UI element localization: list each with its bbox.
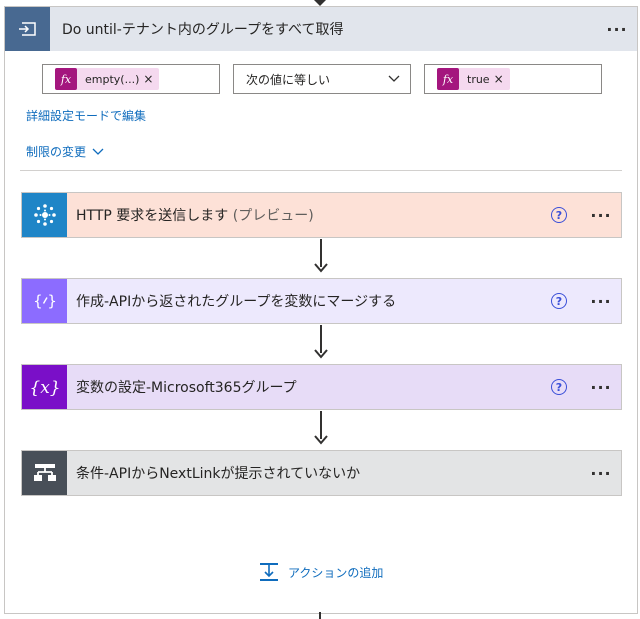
do-until-card: Do until-テナント内のグループをすべて取得 ··· fx empty(.… (4, 6, 638, 614)
change-limits-link[interactable]: 制限の変更 (26, 143, 104, 160)
operator-value: 次の値に等しい (246, 72, 331, 87)
variable-icon: {x} (22, 365, 67, 409)
left-token-text: empty(...) (85, 72, 140, 86)
add-action-button[interactable]: アクションの追加 (258, 562, 383, 582)
action-http-title: HTTP 要求を送信します (76, 208, 229, 224)
arrow-down-icon (314, 349, 328, 359)
change-limits-label: 制限の変更 (26, 145, 87, 159)
condition-icon (22, 451, 67, 495)
chevron-down-icon (92, 148, 104, 155)
do-until-title: Do until-テナント内のグループをすべて取得 (62, 22, 344, 38)
action-more-icon[interactable]: ··· (581, 464, 621, 483)
advanced-mode-link[interactable]: 詳細設定モードで編集 (26, 107, 146, 124)
compose-icon: { } (22, 279, 67, 323)
do-until-more-icon[interactable]: ··· (597, 20, 637, 39)
help-icon[interactable]: ? (551, 293, 567, 309)
preview-label: (プレビュー) (228, 208, 314, 224)
do-until-header[interactable]: Do until-テナント内のグループをすべて取得 ··· (5, 7, 637, 51)
divider (20, 170, 622, 171)
action-http-request[interactable]: HTTP 要求を送信します (プレビュー) ? ··· (21, 192, 622, 238)
action-condition-title: 条件-APIからNextLinkが提示されていないか (76, 466, 361, 482)
action-title: HTTP 要求を送信します (プレビュー) (76, 205, 551, 225)
help-icon[interactable]: ? (551, 379, 567, 395)
remove-right-token-icon[interactable]: × (494, 72, 510, 86)
action-more-icon[interactable]: ··· (581, 378, 621, 397)
right-expression-token[interactable]: fx true × (437, 68, 510, 90)
fx-icon: fx (55, 68, 77, 90)
action-more-icon[interactable]: ··· (581, 292, 621, 311)
chevron-down-icon (388, 75, 400, 82)
network-hub-icon (22, 193, 67, 237)
operator-select[interactable]: 次の値に等しい (233, 64, 411, 94)
condition-right-field[interactable]: fx true × (424, 64, 602, 94)
arrow-down-icon (314, 435, 328, 445)
do-until-icon (5, 7, 50, 51)
action-set-variable-title: 変数の設定-Microsoft365グループ (76, 380, 297, 396)
remove-left-token-icon[interactable]: × (143, 72, 159, 86)
action-condition[interactable]: 条件-APIからNextLinkが提示されていないか ··· (21, 450, 622, 496)
help-icon[interactable]: ? (551, 207, 567, 223)
bottom-connector-line (319, 612, 321, 619)
action-more-icon[interactable]: ··· (581, 206, 621, 225)
fx-icon: fx (437, 68, 459, 90)
condition-left-field[interactable]: fx empty(...) × (42, 64, 220, 94)
left-expression-token[interactable]: fx empty(...) × (55, 68, 160, 90)
add-action-label: アクションの追加 (288, 565, 384, 580)
add-action-icon (260, 563, 278, 581)
arrow-down-icon (314, 263, 328, 273)
condition-row: fx empty(...) × 次の値に等しい fx true × (42, 64, 602, 94)
svg-text:{x}: {x} (31, 378, 59, 398)
action-compose[interactable]: { } 作成-APIから返されたグループを変数にマージする ? ··· (21, 278, 622, 324)
action-compose-title: 作成-APIから返されたグループを変数にマージする (76, 294, 397, 310)
right-token-text: true (467, 72, 490, 86)
action-set-variable[interactable]: {x} 変数の設定-Microsoft365グループ ? ··· (21, 364, 622, 410)
